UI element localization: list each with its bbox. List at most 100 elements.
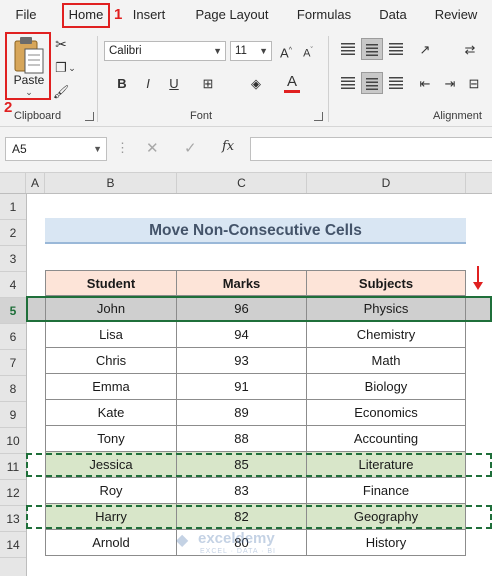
chevron-down-icon: ▼ (259, 46, 268, 56)
tab-formulas[interactable]: Formulas (292, 0, 356, 30)
header-subjects[interactable]: Subjects (307, 270, 466, 296)
table-cell[interactable]: Emma (45, 374, 177, 400)
middle-align-button[interactable] (361, 38, 383, 60)
formula-bar: A5 ▼ ⋮ ✕ ✓ fx (0, 127, 492, 173)
header-student[interactable]: Student (45, 270, 177, 296)
alignment-group-label: Alignment (433, 110, 482, 122)
borders-icon[interactable]: ⊞ (198, 74, 218, 94)
select-all-button[interactable] (0, 173, 26, 193)
row-header[interactable]: 2 (0, 220, 26, 246)
row-header[interactable]: 12 (0, 480, 26, 506)
row-header[interactable]: 8 (0, 376, 26, 402)
cancel-icon[interactable]: ✕ (146, 139, 159, 157)
paste-highlight (5, 32, 51, 100)
table-cell[interactable]: Accounting (307, 426, 466, 452)
insert-function-icon[interactable]: fx (222, 139, 234, 154)
ribbon-tabs: File Home Insert Page Layout Formulas Da… (0, 0, 492, 30)
row-header[interactable]: 13 (0, 506, 26, 532)
font-size-value: 11 (235, 45, 247, 57)
format-painter-icon[interactable]: 🖌 (51, 82, 71, 102)
align-left-button[interactable] (337, 72, 359, 94)
orientation-icon[interactable]: ↗ (415, 40, 435, 60)
font-group-label: Font (190, 110, 213, 122)
table-cell[interactable]: 88 (177, 426, 307, 452)
cut-icon[interactable]: ✂ (51, 34, 71, 54)
increase-indent-icon[interactable]: ⇥ (440, 74, 460, 94)
name-box[interactable]: A5 ▼ (5, 137, 107, 161)
table-cell[interactable]: Math (307, 348, 466, 374)
row-header[interactable]: 14 (0, 532, 26, 558)
copy-dropdown-icon[interactable]: ⌄ (66, 58, 78, 78)
column-header-a[interactable]: A (26, 173, 45, 193)
row-header-selected[interactable]: 5 (0, 298, 26, 324)
font-name-combo[interactable]: Calibri ▼ (104, 41, 226, 61)
table-cell[interactable]: 83 (177, 478, 307, 504)
tab-insert[interactable]: Insert (126, 0, 172, 30)
row-header[interactable]: 9 (0, 402, 26, 428)
ribbon-separator (97, 36, 98, 122)
bold-icon[interactable]: B (112, 74, 132, 94)
tab-page-layout[interactable]: Page Layout (192, 0, 272, 30)
font-color-bar (284, 90, 300, 93)
row-header[interactable]: 10 (0, 428, 26, 454)
font-color-icon[interactable]: A (282, 72, 302, 92)
align-center-button[interactable] (361, 72, 383, 94)
table-cell[interactable]: Chemistry (307, 322, 466, 348)
wrap-text-icon[interactable]: ⇄ (460, 40, 480, 60)
table-cell[interactable]: Kate (45, 400, 177, 426)
arrow-down-icon (473, 266, 483, 290)
table-cell[interactable]: Arnold (45, 530, 177, 556)
formula-bar-grip-icon: ⋮ (116, 140, 129, 155)
row-header[interactable]: 1 (0, 194, 26, 220)
home-tab-highlight (62, 3, 110, 28)
font-size-combo[interactable]: 11 ▼ (230, 41, 272, 61)
row-header[interactable]: 3 (0, 246, 26, 272)
ribbon-home: Paste ⌄ 2 ✂ ❐ ⌄ 🖌 Clipboard Calibri ▼ 11… (0, 30, 492, 127)
top-align-button[interactable] (337, 38, 359, 60)
table-cell[interactable]: Chris (45, 348, 177, 374)
sheet-title: Move Non-Consecutive Cells (45, 218, 466, 244)
chevron-down-icon: ▼ (93, 144, 102, 154)
fill-color-icon[interactable]: ◈ (246, 74, 266, 94)
increase-font-icon[interactable]: A^ (276, 41, 296, 61)
row-header[interactable]: 6 (0, 324, 26, 350)
table-cell[interactable]: 89 (177, 400, 307, 426)
underline-icon[interactable]: U (164, 74, 184, 94)
table-cell[interactable]: Roy (45, 478, 177, 504)
decrease-font-icon[interactable]: Aˇ (298, 41, 318, 61)
tab-review[interactable]: Review (430, 0, 482, 30)
row-header[interactable]: 4 (0, 272, 26, 298)
watermark-subtext: EXCEL · DATA · BI (200, 548, 276, 555)
table-cell[interactable]: Economics (307, 400, 466, 426)
table-cell[interactable]: Lisa (45, 322, 177, 348)
table-cell[interactable]: Finance (307, 478, 466, 504)
watermark-text: exceldemy (198, 530, 275, 547)
table-cell[interactable]: 94 (177, 322, 307, 348)
enter-icon[interactable]: ✓ (184, 139, 197, 157)
clipboard-launcher-icon[interactable] (85, 112, 94, 121)
decrease-indent-icon[interactable]: ⇤ (415, 74, 435, 94)
italic-icon[interactable]: I (138, 74, 158, 94)
table-cell[interactable]: 91 (177, 374, 307, 400)
row-header[interactable]: 11 (0, 454, 26, 480)
row-header[interactable]: 7 (0, 350, 26, 376)
bottom-align-button[interactable] (385, 38, 407, 60)
table-cell[interactable]: 93 (177, 348, 307, 374)
merge-center-icon[interactable]: ⊟ (464, 74, 484, 94)
table-cell[interactable]: History (307, 530, 466, 556)
watermark-logo-icon: ◆ (176, 532, 189, 549)
table-cell[interactable]: Tony (45, 426, 177, 452)
column-header-d[interactable]: D (307, 173, 466, 193)
column-header-c[interactable]: C (177, 173, 307, 193)
tab-file[interactable]: File (6, 0, 46, 30)
tab-data[interactable]: Data (374, 0, 412, 30)
align-right-button[interactable] (385, 72, 407, 94)
watermark: ◆ exceldemy EXCEL · DATA · BI (176, 528, 326, 558)
ribbon-separator (328, 36, 329, 122)
column-header-b[interactable]: B (45, 173, 177, 193)
column-headers: A B C D (0, 173, 492, 194)
font-launcher-icon[interactable] (314, 112, 323, 121)
header-marks[interactable]: Marks (177, 270, 307, 296)
formula-input[interactable] (250, 137, 492, 161)
table-cell[interactable]: Biology (307, 374, 466, 400)
